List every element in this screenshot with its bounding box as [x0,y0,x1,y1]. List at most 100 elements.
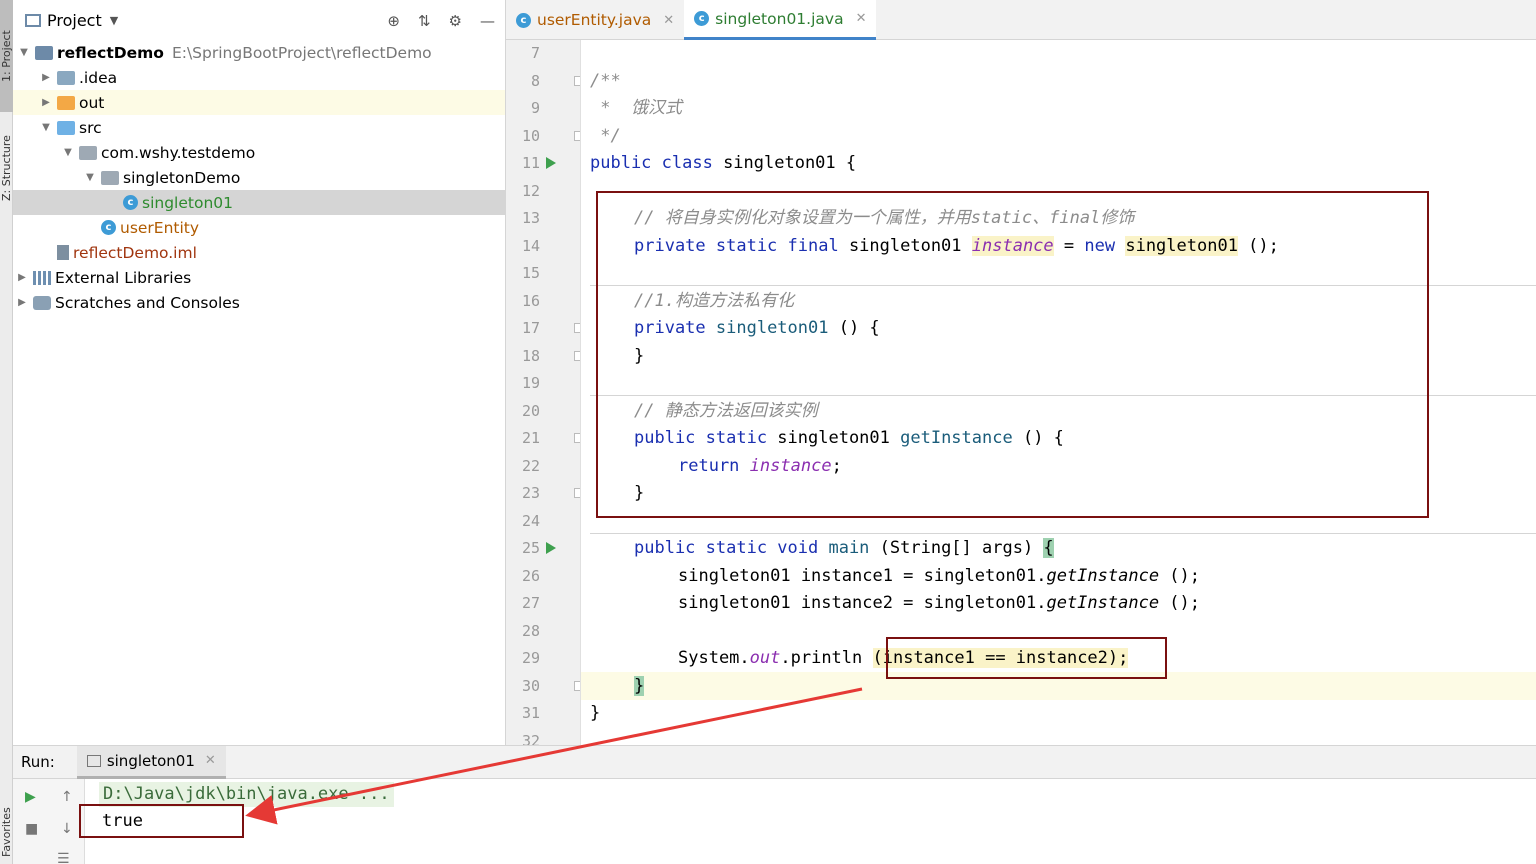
line-number: 19 [521,374,540,392]
fold-icon[interactable] [574,323,580,333]
tree-item-external-libraries[interactable]: ▶ External Libraries [13,265,505,290]
line-number: 26 [521,567,540,585]
code-token: { [845,153,857,173]
project-tool-tab[interactable]: 1: Project [0,0,13,112]
annotation-box-singleton [596,191,1429,518]
fold-icon[interactable] [574,76,580,86]
code-line-27: singleton01 instance2 = singleton01.getI… [678,591,1200,615]
tree-item-scratches[interactable]: ▶ Scratches and Consoles [13,290,505,315]
module-path: E:\SpringBootProject\reflectDemo [171,43,432,62]
line-number: 17 [521,319,540,337]
close-icon[interactable]: ✕ [856,11,867,26]
line-number: 27 [521,594,540,612]
tree-item-label: out [79,93,105,112]
tool-window-strip: 1: Project Z: Structure Favorites [0,0,13,864]
line-number: 23 [521,484,540,502]
line-number: 31 [521,704,540,722]
tab-run-singleton01[interactable]: singleton01 ✕ [76,745,226,779]
arrow-up-icon[interactable]: ↑ [61,789,73,805]
chevron-right-icon[interactable]: ▶ [15,272,29,283]
folder-icon [57,70,75,85]
line-number: 24 [521,512,540,530]
chevron-down-icon[interactable]: ▼ [61,147,75,158]
arrow-down-icon[interactable]: ↓ [61,821,73,837]
line-number: 22 [521,457,540,475]
library-icon [33,270,51,285]
code-line-25: public static void main (String[] args) … [634,536,1054,560]
source-folder-icon [57,120,75,135]
code-token: (); [1159,593,1201,613]
tab-singleton01[interactable]: c singleton01.java ✕ [684,0,877,40]
run-toolbar: ▶ ↑ ■ ↓ ☰ [13,779,85,864]
line-number: 7 [530,44,540,62]
code-line-11: public class singleton01 { [590,151,856,175]
tree-item-label: singleton01 [142,193,233,212]
code-token: (String[] args) [879,538,1044,558]
tree-item-label: reflectDemo [57,43,164,62]
tree-item-reflectdemo[interactable]: ▼ reflectDemo E:\SpringBootProject\refle… [13,40,505,65]
tab-userentity[interactable]: c userEntity.java ✕ [506,0,684,40]
stop-icon[interactable]: ■ [25,821,38,837]
fold-icon[interactable] [574,681,580,691]
editor-tabs: c userEntity.java ✕ c singleton01.java ✕ [506,0,1536,40]
line-number: 29 [521,649,540,667]
tree-item-userentity[interactable]: c userEntity [13,215,505,240]
tree-item-src[interactable]: ▼ src [13,115,505,140]
tree-item-label: Scratches and Consoles [55,293,240,312]
java-class-icon: c [101,220,116,235]
locate-icon[interactable]: ⊕ [387,12,400,30]
run-label: Run: [21,753,55,771]
chevron-down-icon[interactable]: ▼ [110,14,118,27]
tree-item-singleton01[interactable]: c singleton01 [13,190,505,215]
line-number: 15 [521,264,540,282]
java-class-icon: c [516,12,531,28]
run-class-icon[interactable] [546,157,556,169]
fold-icon[interactable] [574,351,580,361]
tree-item-singletondemo[interactable]: ▼ singletonDemo [13,165,505,190]
collapse-all-icon[interactable]: ⇅ [418,12,431,30]
tree-item-idea[interactable]: ▶ .idea [13,65,505,90]
fold-icon[interactable] [574,433,580,443]
chevron-right-icon[interactable]: ▶ [39,97,53,108]
code-line-30: } [634,674,645,698]
favorites-tool-tab[interactable]: Favorites [0,800,13,864]
line-number: 9 [530,99,540,117]
project-title[interactable]: Project [47,11,102,30]
code-token: getInstance [1046,593,1160,613]
structure-tool-tab[interactable]: Z: Structure [0,118,13,218]
chevron-down-icon[interactable]: ▼ [39,122,53,133]
fold-icon[interactable] [574,488,580,498]
fold-icon[interactable] [574,131,580,141]
code-line-9: * 饿汉式 [590,98,682,118]
line-number: 30 [521,677,540,695]
chevron-down-icon[interactable]: ▼ [17,47,31,58]
tree-item-iml[interactable]: reflectDemo.iml [13,240,505,265]
code-token: public class [590,153,713,173]
code-token: public static void [634,538,819,558]
tree-item-out[interactable]: ▶ out [13,90,505,115]
code-line-8: /** [590,71,621,91]
chevron-right-icon[interactable]: ▶ [15,297,29,308]
line-number: 18 [521,347,540,365]
chevron-right-icon[interactable]: ▶ [39,72,53,83]
code-token: singleton01 instance2 = singleton01. [678,593,1047,613]
close-icon[interactable]: ✕ [205,753,216,768]
method-separator [590,533,1536,534]
code-token: .println [780,648,873,668]
tree-item-label: External Libraries [55,268,192,287]
console-icon [86,754,101,767]
tree-item-package[interactable]: ▼ com.wshy.testdemo [13,140,505,165]
code-line-26: singleton01 instance1 = singleton01.getI… [678,564,1200,588]
code-token: singleton01 instance1 = singleton01. [678,566,1047,586]
rerun-icon[interactable]: ▶ [25,789,36,805]
soft-wrap-icon[interactable]: ☰ [57,851,70,864]
tree-item-label: reflectDemo.iml [73,243,197,262]
line-number: 28 [521,622,540,640]
gear-icon[interactable]: ⚙ [449,12,462,30]
module-file-icon [57,245,69,260]
run-main-icon[interactable] [546,542,556,554]
chevron-down-icon[interactable]: ▼ [83,172,97,183]
module-folder-icon [35,45,53,60]
close-icon[interactable]: ✕ [663,13,674,28]
hide-icon[interactable]: — [480,12,495,30]
